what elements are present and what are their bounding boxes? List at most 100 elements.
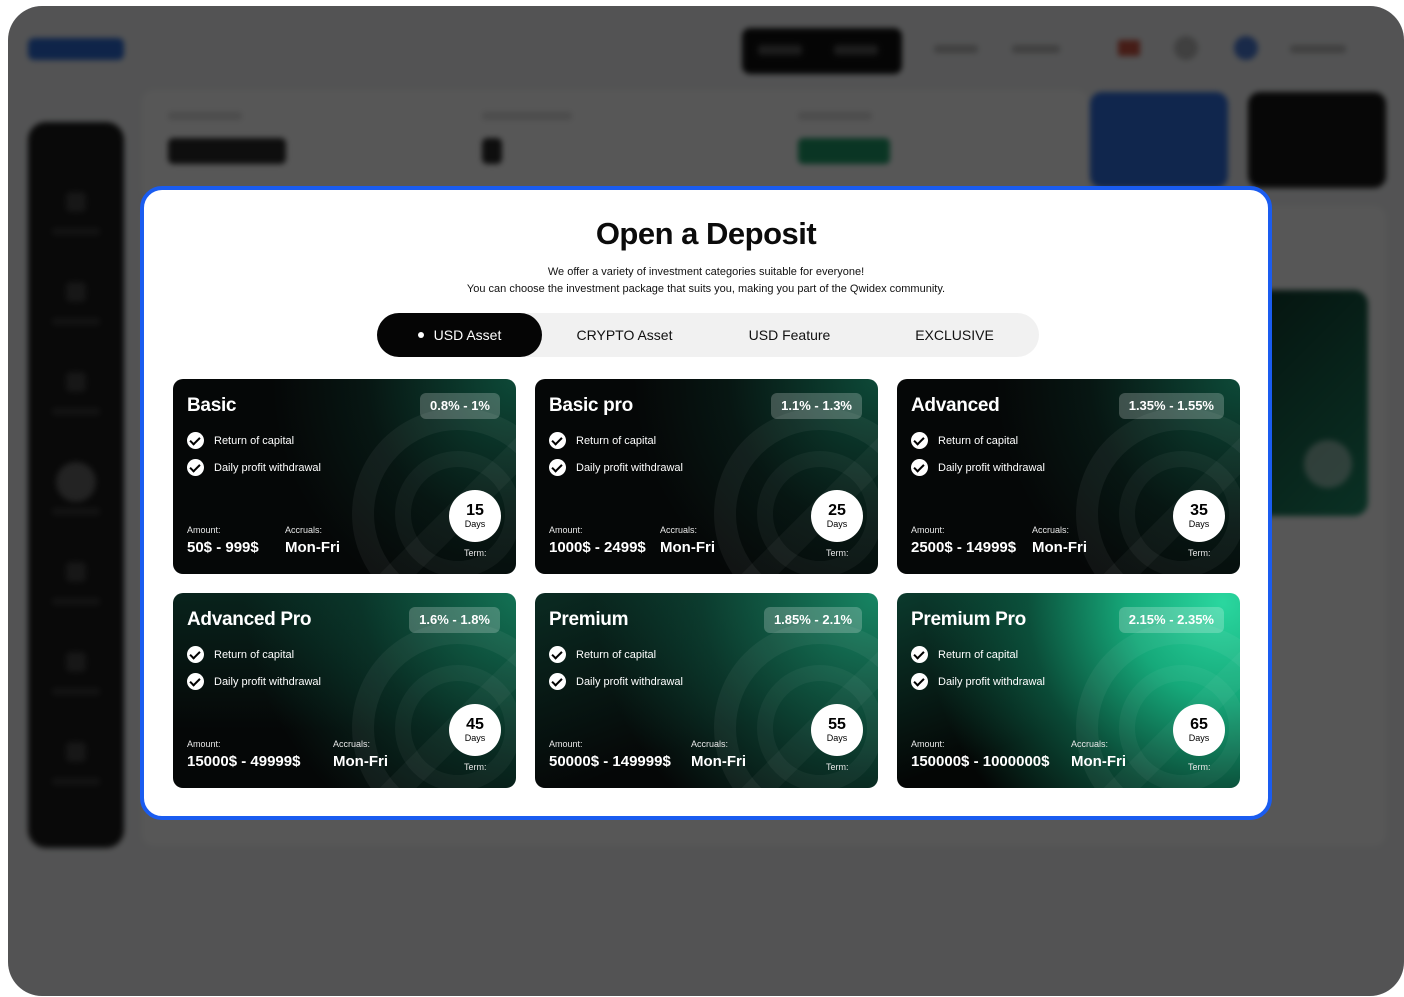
plan-card-premium-pro[interactable]: Premium Pro 2.15% - 2.35% Return of capita… (897, 593, 1240, 788)
accruals-label: Accruals: (285, 525, 323, 535)
term-days-unit: Days (1188, 519, 1210, 529)
amount-label: Amount: (549, 525, 583, 535)
term-label: Term: (1188, 762, 1211, 772)
plan-rate-badge: 1.85% - 2.1% (763, 607, 862, 633)
accruals-label: Accruals: (660, 525, 698, 535)
amount-label: Amount: (187, 739, 221, 749)
plan-card-advanced-pro[interactable]: Advanced Pro 1.6% - 1.8% Return of capital… (173, 593, 516, 788)
term-days-number: 25 (828, 502, 846, 519)
accruals-value: Mon-Fri (691, 753, 746, 770)
term-days-unit: Days (826, 519, 848, 529)
modal-title: Open a Deposit (595, 216, 817, 251)
feature-return-capital: Return of capital (549, 432, 656, 449)
tab-crypto-asset[interactable]: CRYPTO Asset (542, 313, 707, 357)
check-icon (549, 459, 566, 476)
card-swirl-decoration (1076, 408, 1240, 574)
term-label: Term: (464, 548, 487, 558)
plan-name: Premium Pro (911, 609, 1026, 630)
term-days-number: 45 (466, 716, 484, 733)
plan-card-basic-pro[interactable]: Basic pro 1.1% - 1.3% Return of capital Dai… (535, 379, 878, 574)
plan-rate-badge: 0.8% - 1% (420, 393, 500, 419)
term-label: Term: (826, 762, 849, 772)
check-icon (911, 646, 928, 663)
feature-return-capital: Return of capital (549, 646, 656, 663)
check-icon (187, 646, 204, 663)
accruals-label: Accruals: (1071, 739, 1109, 749)
amount-label: Amount: (187, 525, 221, 535)
card-swirl-decoration (714, 408, 878, 574)
check-icon (911, 459, 928, 476)
modal-subtitle-line2: You can choose the investment package th… (466, 283, 946, 295)
plan-name: Basic pro (549, 395, 633, 416)
term-days-number: 55 (828, 716, 846, 733)
tab-label: EXCLUSIVE (915, 327, 994, 343)
plan-name: Basic (187, 395, 237, 416)
amount-value: 15000$ - 49999$ (187, 753, 301, 770)
card-swirl-decoration (352, 408, 516, 574)
term-label: Term: (1188, 548, 1211, 558)
plan-name: Advanced Pro (187, 609, 312, 630)
feature-return-capital: Return of capital (187, 432, 294, 449)
accruals-label: Accruals: (1032, 525, 1070, 535)
check-icon (187, 459, 204, 476)
feature-return-capital: Return of capital (911, 432, 1018, 449)
tab-exclusive[interactable]: EXCLUSIVE (872, 313, 1037, 357)
amount-value: 2500$ - 14999$ (911, 539, 1017, 556)
plan-name: Premium (549, 609, 629, 630)
term-label: Term: (464, 762, 487, 772)
check-icon (549, 432, 566, 449)
feature-daily-withdrawal: Daily profit withdrawal (549, 459, 683, 476)
term-label: Term: (826, 548, 849, 558)
plan-card-premium[interactable]: Premium 1.85% - 2.1% Return of capital Dail… (535, 593, 878, 788)
plan-rate-badge: 1.6% - 1.8% (409, 607, 500, 633)
term-days-badge: 65 Days (1173, 704, 1225, 756)
accruals-value: Mon-Fri (1071, 753, 1126, 770)
tab-usd-feature[interactable]: USD Feature (707, 313, 872, 357)
term-days-badge: 25 Days (811, 490, 863, 542)
check-icon (549, 673, 566, 690)
open-deposit-modal: Open a Deposit We offer a variety of inv… (140, 186, 1272, 820)
feature-daily-withdrawal: Daily profit withdrawal (187, 673, 321, 690)
term-days-badge: 15 Days (449, 490, 501, 542)
deposit-category-tabs: USD Asset CRYPTO Asset USD Feature EXCLU… (377, 313, 1039, 357)
plan-rate-badge: 1.1% - 1.3% (771, 393, 862, 419)
check-icon (187, 432, 204, 449)
plan-card-basic[interactable]: Basic 0.8% - 1% Return of capital Daily pro… (173, 379, 516, 574)
amount-value: 50$ - 999$ (187, 539, 259, 556)
tab-label: USD Asset (433, 327, 502, 343)
accruals-value: Mon-Fri (333, 753, 388, 770)
amount-value: 1000$ - 2499$ (549, 539, 646, 556)
term-days-badge: 35 Days (1173, 490, 1225, 542)
plan-rate-badge: 2.15% - 2.35% (1118, 607, 1224, 633)
accruals-value: Mon-Fri (660, 539, 715, 556)
tab-label: USD Feature (748, 327, 831, 343)
check-icon (911, 673, 928, 690)
plan-name: Advanced (911, 395, 1000, 416)
tab-usd-asset[interactable]: USD Asset (377, 313, 542, 357)
plan-rate-badge: 1.35% - 1.55% (1118, 393, 1224, 419)
feature-daily-withdrawal: Daily profit withdrawal (911, 673, 1045, 690)
check-icon (911, 432, 928, 449)
feature-daily-withdrawal: Daily profit withdrawal (911, 459, 1045, 476)
active-dot-icon (417, 332, 424, 338)
term-days-number: 15 (466, 502, 484, 519)
plan-card-advanced[interactable]: Advanced 1.35% - 1.55% Return of capital Da… (897, 379, 1240, 574)
term-days-number: 65 (1190, 716, 1208, 733)
term-days-unit: Days (1188, 733, 1210, 743)
amount-label: Amount: (549, 739, 583, 749)
check-icon (549, 646, 566, 663)
amount-label: Amount: (911, 525, 945, 535)
amount-label: Amount: (911, 739, 945, 749)
feature-daily-withdrawal: Daily profit withdrawal (187, 459, 321, 476)
accruals-label: Accruals: (691, 739, 729, 749)
term-days-badge: 55 Days (811, 704, 863, 756)
check-icon (187, 673, 204, 690)
feature-daily-withdrawal: Daily profit withdrawal (549, 673, 683, 690)
amount-value: 150000$ - 1000000$ (911, 753, 1050, 770)
amount-value: 50000$ - 149999$ (549, 753, 671, 770)
term-days-unit: Days (826, 733, 848, 743)
term-days-number: 35 (1190, 502, 1208, 519)
tab-label: CRYPTO Asset (576, 327, 673, 343)
feature-return-capital: Return of capital (187, 646, 294, 663)
term-days-unit: Days (464, 519, 486, 529)
